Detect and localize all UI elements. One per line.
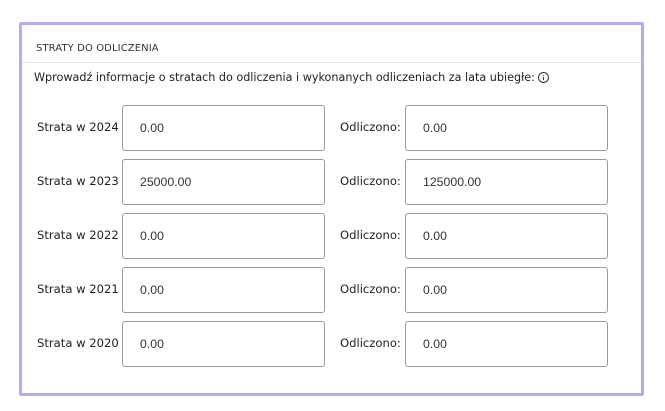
loss-year-label: Strata w 2024 — [37, 120, 119, 134]
deducted-input-2020[interactable] — [405, 321, 608, 367]
loss-year-label: Strata w 2023 — [37, 174, 119, 188]
loss-input-2021[interactable] — [122, 267, 325, 313]
deducted-label: Odliczono: — [340, 174, 401, 188]
section-title: STRATY DO ODLICZENIA — [36, 43, 159, 54]
loss-row-2024: Strata w 2024 Odliczono: — [22, 105, 641, 153]
deducted-label: Odliczono: — [340, 120, 401, 134]
loss-row-2023: Strata w 2023 Odliczono: — [22, 159, 641, 207]
loss-input-2023[interactable] — [122, 159, 325, 205]
deducted-input-2024[interactable] — [405, 105, 608, 151]
loss-year-label: Strata w 2021 — [37, 282, 119, 296]
loss-input-2024[interactable] — [122, 105, 325, 151]
deducted-label: Odliczono: — [340, 282, 401, 296]
loss-row-2021: Strata w 2021 Odliczono: — [22, 267, 641, 315]
loss-input-2022[interactable] — [122, 213, 325, 259]
loss-input-2020[interactable] — [122, 321, 325, 367]
losses-section: STRATY DO ODLICZENIA Wprowadź informacje… — [19, 22, 644, 396]
section-divider — [22, 62, 641, 63]
description-text: Wprowadź informacje o stratach do odlicz… — [34, 71, 535, 84]
deducted-label: Odliczono: — [340, 228, 401, 242]
loss-year-label: Strata w 2022 — [37, 228, 119, 242]
deducted-input-2022[interactable] — [405, 213, 608, 259]
deducted-label: Odliczono: — [340, 336, 401, 350]
info-icon[interactable] — [537, 72, 549, 83]
section-description: Wprowadź informacje o stratach do odlicz… — [34, 71, 549, 84]
deducted-input-2023[interactable] — [405, 159, 608, 205]
loss-year-label: Strata w 2020 — [37, 336, 119, 350]
loss-row-2022: Strata w 2022 Odliczono: — [22, 213, 641, 261]
loss-row-2020: Strata w 2020 Odliczono: — [22, 321, 641, 369]
deducted-input-2021[interactable] — [405, 267, 608, 313]
